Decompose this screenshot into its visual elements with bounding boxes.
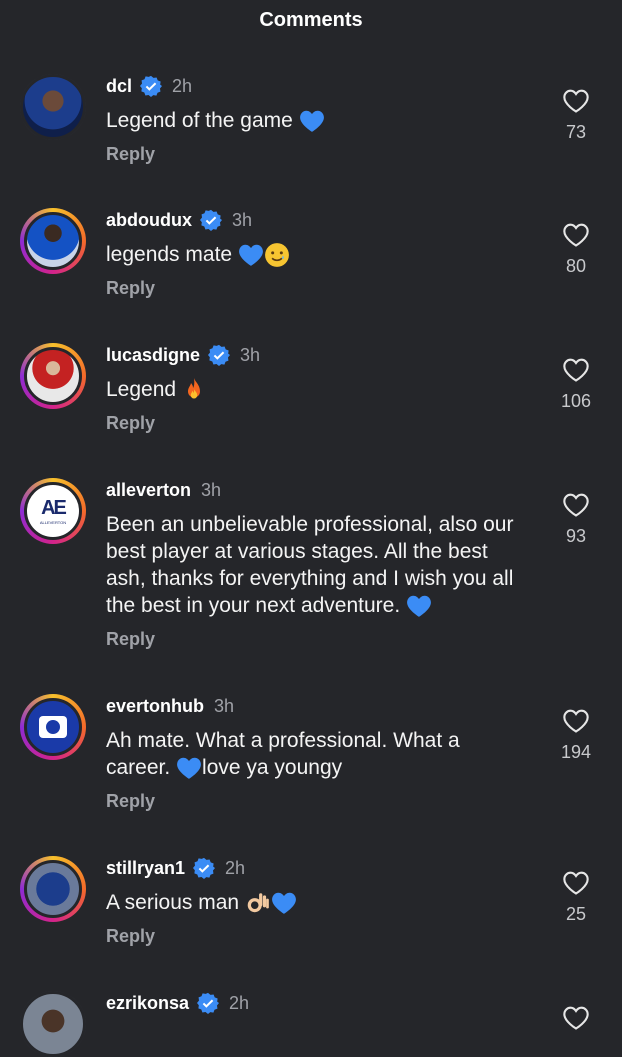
username[interactable]: evertonhub <box>106 696 204 717</box>
like-heart-icon[interactable] <box>562 870 590 896</box>
like-heart-icon[interactable] <box>562 222 590 248</box>
verified-badge-icon <box>197 992 220 1014</box>
timestamp: 3h <box>240 344 261 365</box>
avatar[interactable] <box>20 856 86 922</box>
verified-badge-icon <box>200 209 222 231</box>
timestamp: 2h <box>229 992 250 1013</box>
like-count: 73 <box>565 122 587 142</box>
timestamp: 3h <box>232 209 253 230</box>
reply-button[interactable]: Reply <box>106 278 155 299</box>
avatar[interactable] <box>20 694 86 760</box>
blue-heart-icon <box>299 111 324 133</box>
blue-heart-icon <box>272 893 296 915</box>
comment-text: Been an unbelievable professional, also … <box>106 513 514 618</box>
like-heart-icon[interactable] <box>562 88 590 114</box>
like-count: 25 <box>565 904 587 924</box>
timestamp: 3h <box>214 695 235 716</box>
username[interactable]: lucasdigne <box>106 345 200 366</box>
alleverton-logo: AE <box>41 497 67 519</box>
like-count: 194 <box>560 742 592 762</box>
username[interactable]: ezrikonsa <box>106 993 189 1014</box>
timestamp: 2h <box>225 857 246 878</box>
like-heart-icon[interactable] <box>562 357 590 383</box>
comment-text: A serious man <box>106 889 527 916</box>
page-title: Comments <box>259 8 363 31</box>
avatar[interactable]: AE ALLEVERTON <box>20 478 86 544</box>
reply-button[interactable]: Reply <box>106 144 155 165</box>
username[interactable]: dcl <box>106 76 132 97</box>
avatar[interactable] <box>20 991 86 1057</box>
username[interactable]: stillryan1 <box>106 858 185 879</box>
username[interactable]: alleverton <box>106 480 191 501</box>
reply-button[interactable]: Reply <box>106 791 155 812</box>
username[interactable]: abdoudux <box>106 210 192 231</box>
like-count: 93 <box>565 526 587 546</box>
avatar[interactable] <box>20 343 86 409</box>
verified-badge-icon <box>140 75 163 97</box>
blue-heart-icon <box>177 758 201 780</box>
avatar[interactable] <box>20 208 86 274</box>
reply-button[interactable]: Reply <box>106 413 155 434</box>
comment-text: Legend <box>106 376 527 403</box>
like-heart-icon[interactable] <box>562 1005 590 1031</box>
like-count: 80 <box>565 256 587 276</box>
verified-badge-icon <box>193 857 216 879</box>
smiling-face-with-tear-icon <box>265 243 289 268</box>
timestamp: 2h <box>172 75 193 96</box>
camera-logo-icon <box>39 716 67 738</box>
like-heart-icon[interactable] <box>562 492 590 518</box>
like-count: 106 <box>560 391 592 411</box>
reply-button[interactable]: Reply <box>106 926 155 947</box>
ok-hand-icon <box>247 893 269 913</box>
comment-text: Ah mate. What a professional. What a car… <box>106 729 460 780</box>
comment-text: legends mate <box>106 241 527 268</box>
comments-header: Comments <box>0 0 622 40</box>
blue-heart-icon <box>407 596 431 618</box>
blue-heart-icon <box>239 245 263 267</box>
like-heart-icon[interactable] <box>562 708 590 734</box>
comment-text: Legend of the game <box>106 107 527 134</box>
verified-badge-icon <box>208 344 231 366</box>
timestamp: 3h <box>201 479 222 500</box>
fire-icon <box>187 378 200 399</box>
avatar[interactable] <box>20 74 86 140</box>
reply-button[interactable]: Reply <box>106 629 155 650</box>
